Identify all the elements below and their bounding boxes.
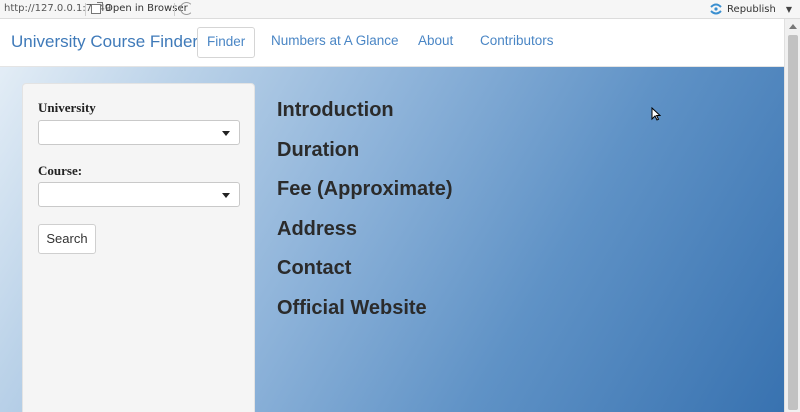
heading-introduction: Introduction: [277, 99, 394, 121]
republish-label: Republish: [727, 3, 776, 15]
nav-finder[interactable]: Finder: [197, 27, 256, 58]
republish-icon: [710, 3, 722, 15]
university-label: University: [38, 100, 96, 115]
scrollbar-thumb[interactable]: [788, 35, 798, 410]
open-in-browser-icon: [91, 1, 103, 14]
page-scrollbar[interactable]: [784, 19, 800, 412]
search-button[interactable]: Search: [38, 224, 96, 254]
nav-about[interactable]: About: [409, 27, 462, 58]
university-select[interactable]: [38, 120, 240, 145]
toolbar-divider: [85, 3, 86, 16]
heading-contact: Contact: [277, 257, 352, 279]
scroll-up-icon[interactable]: [789, 24, 797, 29]
dropdown-caret-icon: [222, 131, 230, 136]
nav-numbers-at-a-glance[interactable]: Numbers at A Glance: [262, 27, 408, 58]
heading-address: Address: [277, 218, 358, 240]
heading-fee: Fee (Approximate): [277, 178, 453, 200]
brand-title[interactable]: University Course Finder: [11, 32, 198, 52]
open-in-browser-label: Open in Browser: [105, 3, 188, 14]
navbar: University Course Finder Finder Numbers …: [0, 19, 784, 67]
sidebar-panel: University Course: Search: [22, 83, 255, 412]
dropdown-caret-icon: [222, 193, 230, 198]
republish-dropdown-icon[interactable]: ▼: [786, 5, 792, 14]
mouse-cursor-icon: [651, 107, 661, 121]
heading-duration: Duration: [277, 139, 360, 161]
nav-contributors[interactable]: Contributors: [471, 27, 563, 58]
viewer-toolbar: http://127.0.0.1:7449 Open in Browser Re…: [0, 0, 800, 19]
course-label: Course:: [38, 163, 83, 178]
refresh-icon[interactable]: [180, 2, 193, 15]
republish-button[interactable]: Republish ▼: [709, 2, 792, 16]
toolbar-divider: [174, 3, 175, 16]
heading-official-website: Official Website: [277, 297, 427, 319]
course-select[interactable]: [38, 182, 240, 207]
